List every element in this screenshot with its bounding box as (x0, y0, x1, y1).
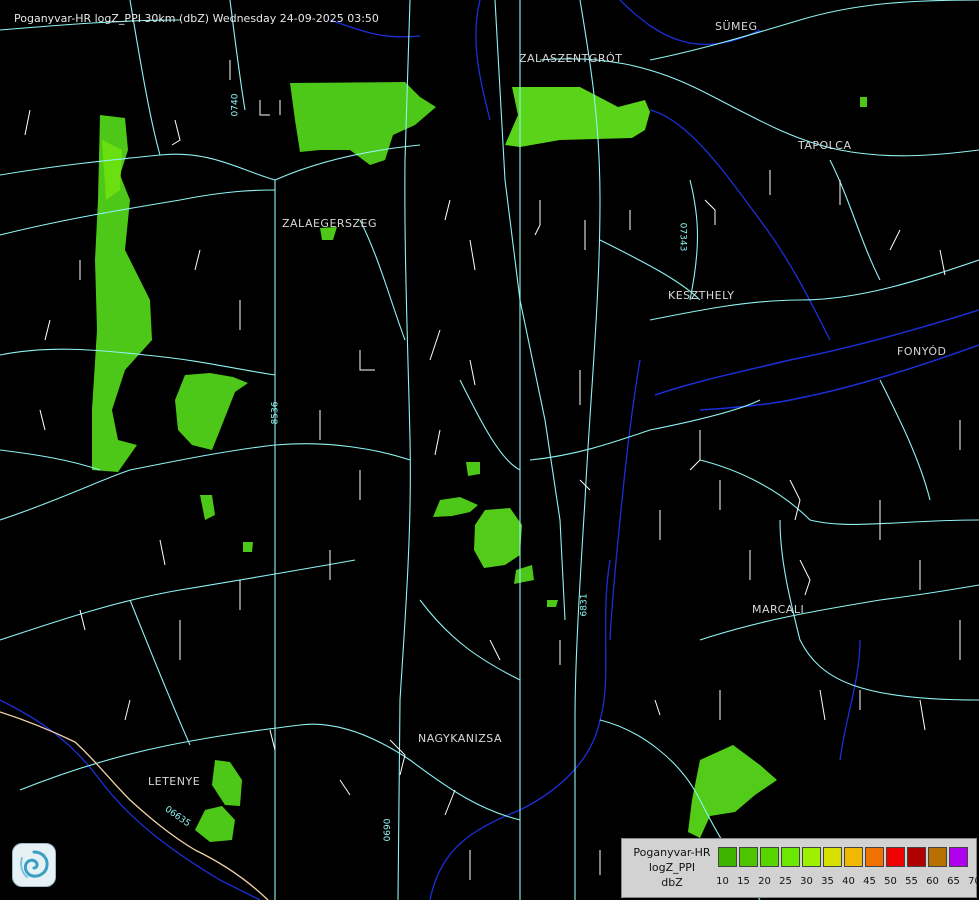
legend-tick-label: 35 (821, 876, 834, 887)
legend-swatch (907, 847, 926, 867)
road-label-6831: 6831 (579, 593, 590, 617)
legend-swatch (718, 847, 737, 867)
legend-tick-label: 50 (884, 876, 897, 887)
place-label-keszthely: KESZTHELY (668, 289, 735, 302)
legend-tick-label: 70 (968, 876, 979, 887)
road-label-0740: 0740 (230, 93, 241, 117)
legend-line-1: Poganyvar-HR (633, 846, 711, 859)
place-label-sumeg: SÜMEG (715, 20, 758, 33)
road-label-07343: 07343 (677, 222, 688, 252)
place-label-letenye: LETENYE (148, 775, 201, 788)
place-label-nagykanizsa: NAGYKANIZSA (418, 732, 503, 745)
legend: Poganyvar-HR logZ_PPI dbZ 10 15 20 25 30 35 40… (621, 838, 979, 898)
road-label-8536: 8536 (270, 401, 281, 425)
legend-line-2: logZ_PPI (648, 861, 696, 874)
legend-tick-label: 25 (779, 876, 792, 887)
legend-swatch (823, 847, 842, 867)
legend-tick-label: 45 (863, 876, 876, 887)
map-title: Poganyvar-HR logZ_PPI 30km (dbZ) Wednesd… (14, 12, 379, 25)
legend-title: Poganyvar-HR logZ_PPI dbZ (628, 845, 716, 890)
swirl-logo-icon (12, 843, 56, 887)
legend-swatch (886, 847, 905, 867)
legend-tick-label: 60 (926, 876, 939, 887)
legend-swatch (739, 847, 758, 867)
legend-tick-label: 40 (842, 876, 855, 887)
legend-tick-label: 15 (737, 876, 750, 887)
place-label-tapolca: TAPOLCA (798, 139, 852, 152)
legend-tick-label: 55 (905, 876, 918, 887)
road-label-0690: 0690 (380, 818, 391, 842)
place-label-fonyod: FONYÓD (897, 345, 947, 358)
lake-balaton (654, 309, 979, 411)
legend-line-3: dbZ (661, 876, 683, 889)
legend-swatch (928, 847, 947, 867)
legend-swatch (760, 847, 779, 867)
legend-swatch (949, 847, 968, 867)
legend-ticks: 10 15 20 25 30 35 40 45 50 55 60 65 70 (712, 876, 979, 887)
place-label-marcali: MARCALI (752, 603, 805, 616)
place-label-zalaszentgrot: ZALASZENTGRÓT (519, 52, 623, 65)
legend-swatch (781, 847, 800, 867)
legend-swatch (802, 847, 821, 867)
legend-tick-label: 65 (947, 876, 960, 887)
radar-map[interactable] (0, 0, 979, 900)
legend-swatch (844, 847, 863, 867)
roads (0, 0, 979, 900)
legend-swatch (865, 847, 884, 867)
legend-tick-label: 30 (800, 876, 813, 887)
place-label-zalaegerszeg: ZALAEGERSZEG (282, 217, 378, 230)
local-roads (24, 60, 961, 880)
legend-tick-label: 10 (716, 876, 729, 887)
legend-tick-label: 20 (758, 876, 771, 887)
radar-echoes (92, 82, 867, 842)
legend-swatches (718, 847, 970, 867)
